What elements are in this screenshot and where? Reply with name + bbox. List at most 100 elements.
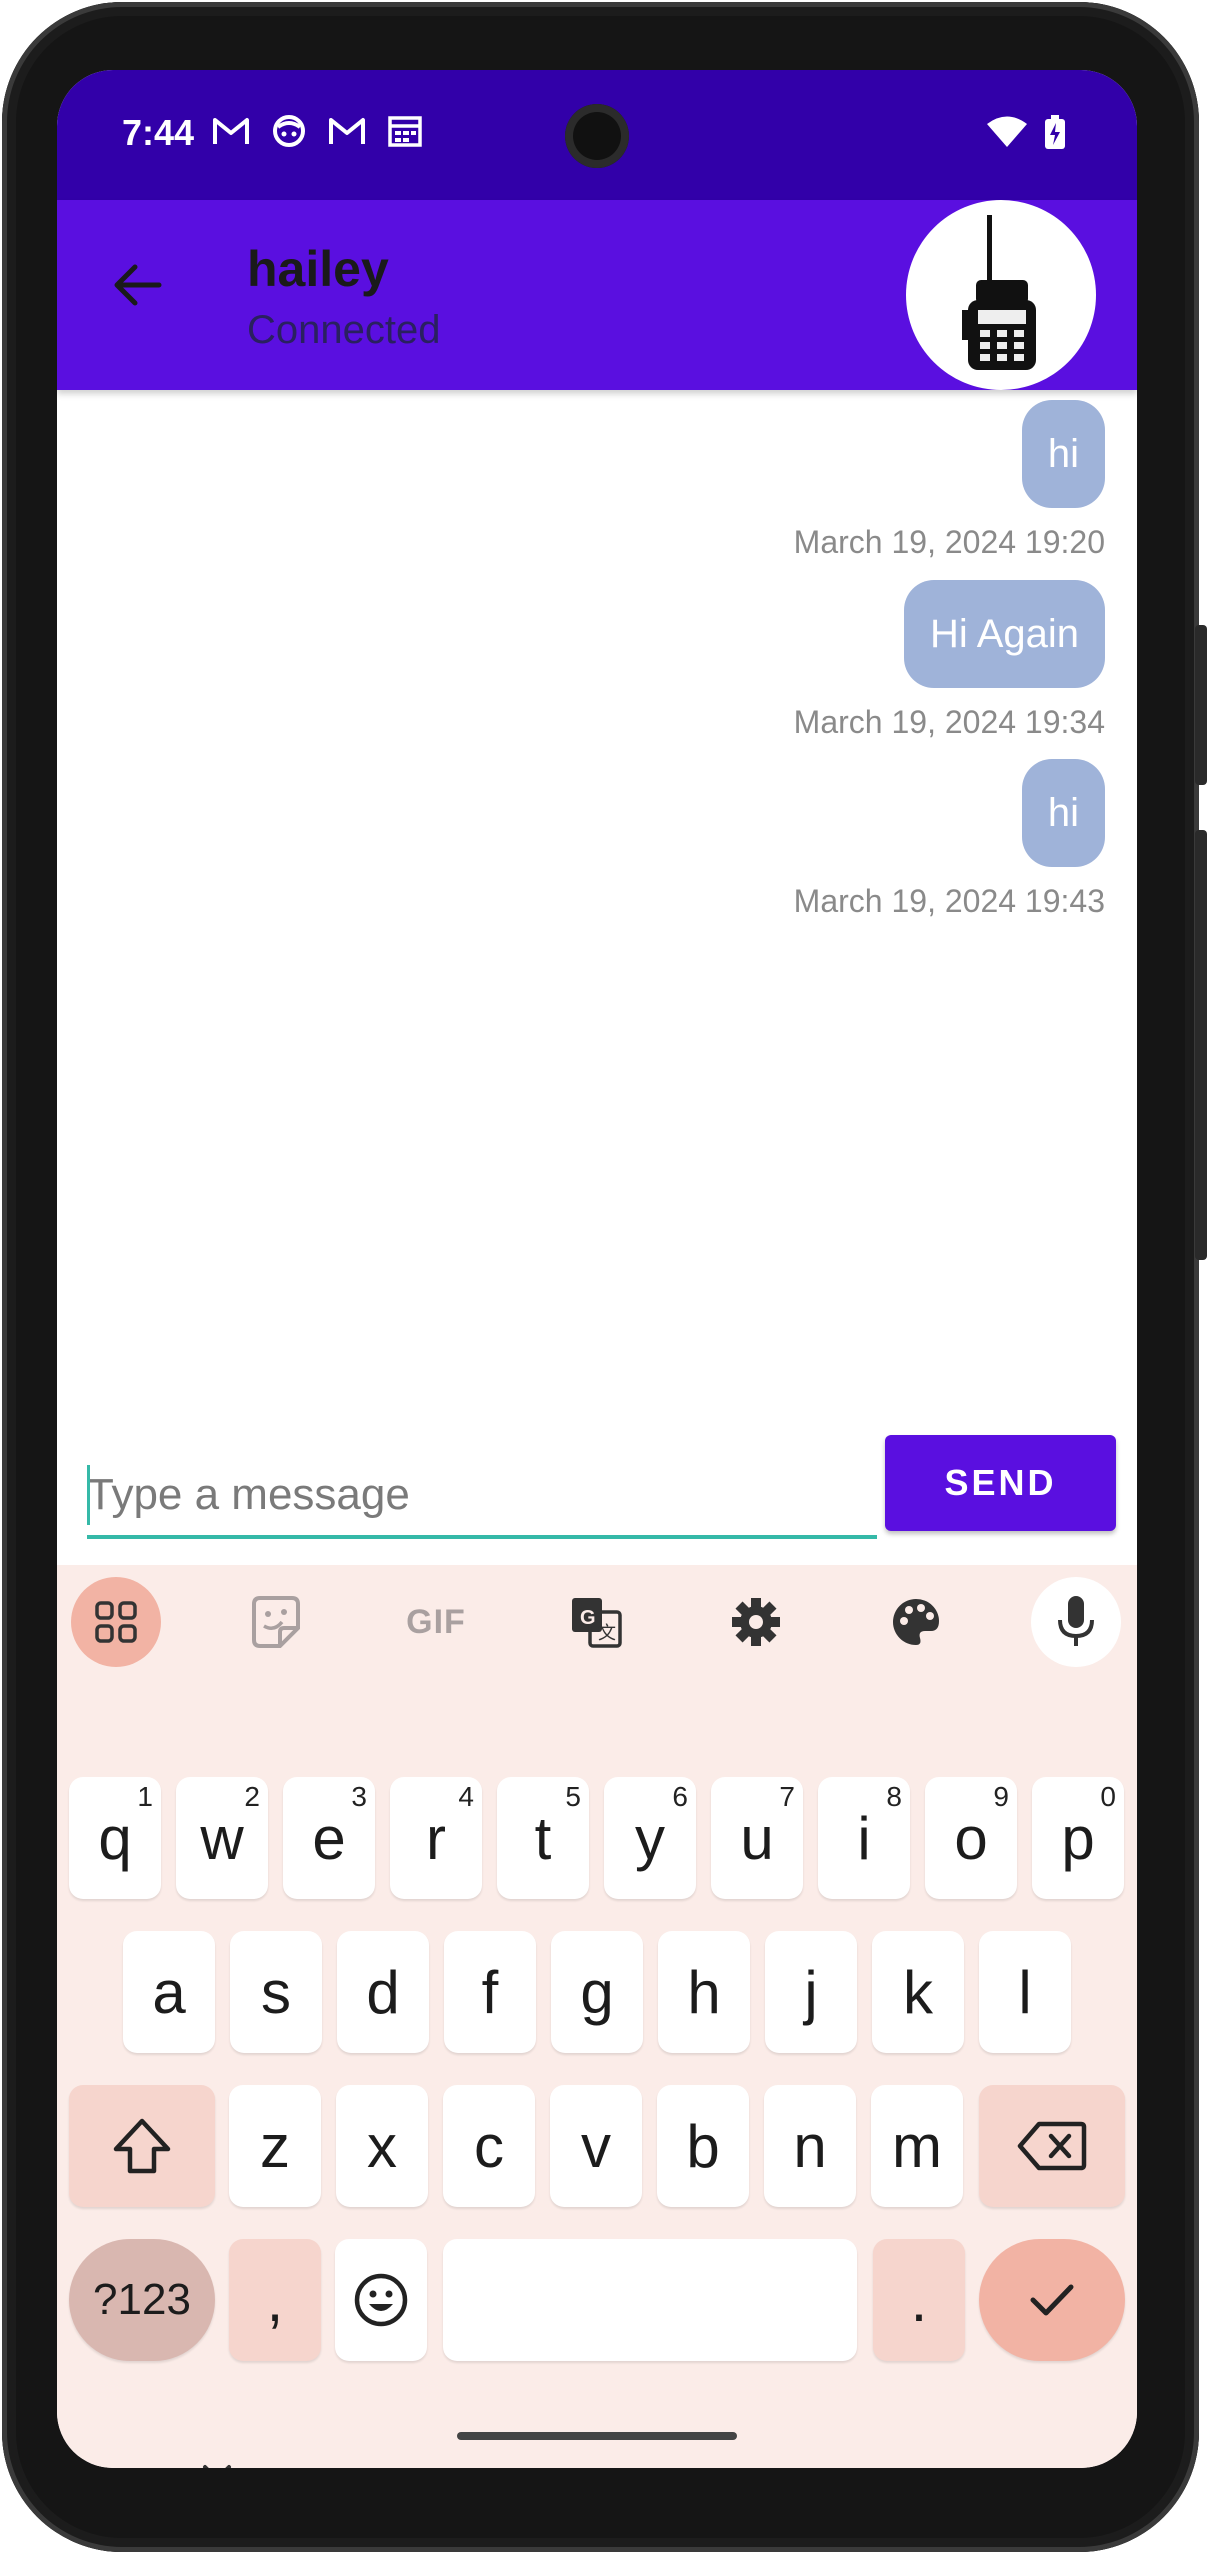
enter-key[interactable] <box>979 2239 1125 2361</box>
key-label: o <box>954 1804 988 1872</box>
hide-keyboard-chevron-icon[interactable] <box>197 2461 237 2468</box>
message-timestamp: March 19, 2024 19:43 <box>793 883 1105 919</box>
checkmark-icon <box>1030 2284 1074 2316</box>
key-label: z <box>260 2112 290 2180</box>
apps-grid-icon[interactable] <box>71 1577 161 1667</box>
app-notification-icon <box>273 115 305 147</box>
key-v[interactable]: v <box>550 2085 642 2207</box>
sticker-icon[interactable] <box>231 1577 321 1667</box>
gmail-icon <box>213 118 249 144</box>
comma-key[interactable]: , <box>229 2239 321 2361</box>
grid-glyph <box>95 1601 137 1643</box>
gif-label: GIF <box>406 1602 466 1641</box>
palette-icon[interactable] <box>871 1577 961 1667</box>
key-label: u <box>740 1804 774 1872</box>
key-number-hint: 3 <box>351 1781 367 1812</box>
svg-text:文: 文 <box>598 1623 616 1644</box>
key-e[interactable]: e3 <box>283 1777 375 1899</box>
key-label: y <box>635 1804 665 1872</box>
message-bubble[interactable]: Hi Again <box>904 580 1105 688</box>
key-t[interactable]: t5 <box>497 1777 589 1899</box>
translate-icon[interactable]: G 文 <box>551 1577 641 1667</box>
comma-key-label: , <box>266 2266 284 2334</box>
key-k[interactable]: k <box>872 1931 964 2053</box>
key-r[interactable]: r4 <box>390 1777 482 1899</box>
message-timestamp: March 19, 2024 19:34 <box>793 704 1105 740</box>
period-key[interactable]: . <box>873 2239 965 2361</box>
microphone-icon[interactable] <box>1031 1577 1121 1667</box>
key-label: x <box>367 2112 397 2180</box>
key-number-hint: 4 <box>458 1781 474 1812</box>
key-b[interactable]: b <box>657 2085 749 2207</box>
backspace-icon <box>1017 2121 1087 2171</box>
key-i[interactable]: i8 <box>818 1777 910 1899</box>
key-label: e <box>312 1804 346 1872</box>
shift-key[interactable] <box>69 2085 215 2207</box>
walkie-talkie-icon <box>962 215 1036 370</box>
symbols-key[interactable]: ?123 <box>69 2239 215 2361</box>
phone-screen: 7:44 hailey Connected hi March 19, 2024 … <box>57 70 1137 2468</box>
key-number-hint: 9 <box>993 1781 1009 1812</box>
key-x[interactable]: x <box>336 2085 428 2207</box>
key-n[interactable]: n <box>764 2085 856 2207</box>
volume-button <box>1195 830 1207 1260</box>
translate-glyph: G 文 <box>572 1598 622 1648</box>
message-bubble[interactable]: hi <box>1021 759 1105 867</box>
svg-text:G: G <box>580 1607 596 1629</box>
key-y[interactable]: y6 <box>604 1777 696 1899</box>
key-label: r <box>426 1804 446 1872</box>
backspace-key[interactable] <box>979 2085 1125 2207</box>
chat-title: hailey <box>247 241 389 297</box>
key-label: i <box>857 1804 871 1872</box>
settings-gear-icon[interactable] <box>711 1577 801 1667</box>
key-label: j <box>804 1958 818 2026</box>
key-w[interactable]: w2 <box>176 1777 268 1899</box>
avatar[interactable] <box>906 200 1096 390</box>
emoji-icon <box>354 2273 408 2327</box>
key-s[interactable]: s <box>230 1931 322 2053</box>
key-label: h <box>687 1958 721 2026</box>
key-q[interactable]: q1 <box>69 1777 161 1899</box>
key-z[interactable]: z <box>229 2085 321 2207</box>
wifi-icon <box>987 116 1027 147</box>
message-item: Hi Again March 19, 2024 19:34 <box>794 580 1105 741</box>
device-frame: 7:44 hailey Connected hi March 19, 2024 … <box>0 0 1207 2555</box>
key-label: g <box>580 1958 614 2026</box>
message-input[interactable]: Type a message <box>87 1455 877 1539</box>
connection-status: Connected <box>247 308 441 352</box>
key-label: d <box>366 1958 400 2026</box>
key-g[interactable]: g <box>551 1931 643 2053</box>
key-label: w <box>200 1804 244 1872</box>
key-number-hint: 6 <box>672 1781 688 1812</box>
app-bar: hailey Connected <box>57 200 1137 390</box>
key-j[interactable]: j <box>765 1931 857 2053</box>
key-m[interactable]: m <box>871 2085 963 2207</box>
space-bar[interactable] <box>443 2239 857 2361</box>
gear-glyph <box>732 1598 780 1646</box>
key-number-hint: 2 <box>244 1781 260 1812</box>
on-screen-keyboard: GIF G 文 q 1 w 2 e 3 r 4 t 5 y 6 u 7 i 8 … <box>57 1565 1137 2468</box>
key-a[interactable]: a <box>123 1931 215 2053</box>
key-u[interactable]: u7 <box>711 1777 803 1899</box>
key-label: s <box>261 1958 291 2026</box>
send-button[interactable]: SEND <box>885 1435 1116 1531</box>
key-label: n <box>793 2112 827 2180</box>
message-timestamp: March 19, 2024 19:20 <box>793 524 1105 560</box>
key-label: f <box>481 1958 499 2026</box>
key-p[interactable]: p0 <box>1032 1777 1124 1899</box>
message-bubble[interactable]: hi <box>1021 400 1105 508</box>
key-f[interactable]: f <box>444 1931 536 2053</box>
gif-icon[interactable]: GIF <box>391 1577 481 1667</box>
back-arrow-icon[interactable] <box>107 255 167 315</box>
key-l[interactable]: l <box>979 1931 1071 2053</box>
key-o[interactable]: o9 <box>925 1777 1017 1899</box>
key-c[interactable]: c <box>443 2085 535 2207</box>
emoji-key[interactable] <box>335 2239 427 2361</box>
message-item: hi March 19, 2024 19:43 <box>794 759 1105 920</box>
key-label: m <box>892 2112 942 2180</box>
key-label: b <box>686 2112 720 2180</box>
key-h[interactable]: h <box>658 1931 750 2053</box>
key-d[interactable]: d <box>337 1931 429 2053</box>
status-bar: 7:44 <box>57 70 1137 200</box>
power-button <box>1195 625 1207 785</box>
